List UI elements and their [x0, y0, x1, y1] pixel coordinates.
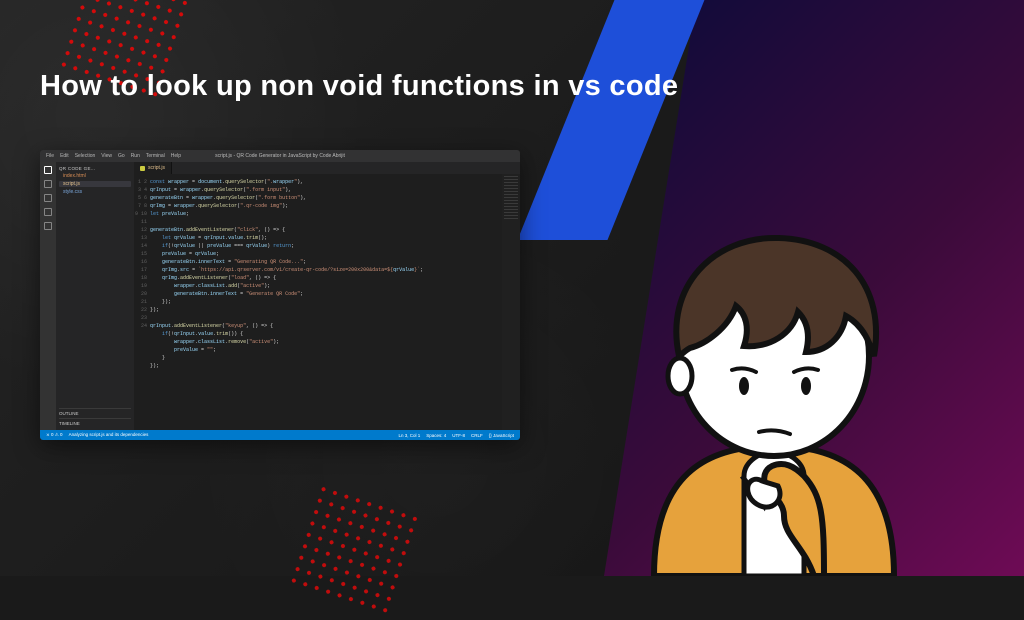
- sidebar-section-outline[interactable]: OUTLINE: [59, 408, 131, 416]
- search-icon[interactable]: [44, 180, 52, 188]
- vscode-menubar: File Edit Selection View Go Run Terminal…: [40, 150, 520, 162]
- vscode-tabs: script.js: [134, 162, 520, 174]
- vscode-activity-bar: [40, 162, 56, 430]
- status-encoding[interactable]: UTF-8: [452, 433, 465, 438]
- source-control-icon[interactable]: [44, 194, 52, 202]
- status-cursor-pos[interactable]: Ln 3, Col 1: [398, 433, 420, 438]
- menubar-item-file[interactable]: File: [46, 153, 54, 159]
- menubar-item-view[interactable]: View: [101, 153, 112, 159]
- status-problems[interactable]: ⨯ 0 ⚠ 0: [46, 432, 63, 438]
- status-analysis: Analyzing script.js and its dependencies: [69, 432, 149, 438]
- menubar-item-help[interactable]: Help: [171, 153, 181, 159]
- vscode-window: File Edit Selection View Go Run Terminal…: [40, 150, 520, 440]
- minimap[interactable]: [502, 174, 520, 430]
- status-indent[interactable]: Spaces: 4: [426, 433, 446, 438]
- headline: How to look up non void functions in vs …: [40, 70, 678, 103]
- menubar-item-terminal[interactable]: Terminal: [146, 153, 165, 159]
- run-debug-icon[interactable]: [44, 208, 52, 216]
- sidebar-project-header: QR CODE GE...: [59, 166, 131, 171]
- file-item-index[interactable]: index.html: [59, 173, 131, 179]
- code-content[interactable]: const wrapper = document.querySelector("…: [150, 178, 498, 426]
- explorer-icon[interactable]: [44, 166, 52, 174]
- tab-script-js[interactable]: script.js: [134, 162, 172, 174]
- menubar-item-go[interactable]: Go: [118, 153, 125, 159]
- extensions-icon[interactable]: [44, 222, 52, 230]
- vscode-status-bar: ⨯ 0 ⚠ 0 Analyzing script.js and its depe…: [40, 430, 520, 440]
- menubar-item-run[interactable]: Run: [131, 153, 140, 159]
- js-file-icon: [140, 166, 145, 171]
- vscode-sidebar: QR CODE GE... index.html script.js style…: [56, 162, 134, 430]
- file-item-script[interactable]: script.js: [59, 181, 131, 187]
- status-language[interactable]: {} JavaScript: [489, 433, 514, 438]
- vscode-editor-area: script.js 1 2 3 4 5 6 7 8 9 10 11 12 13 …: [134, 162, 520, 430]
- status-eol[interactable]: CRLF: [471, 433, 483, 438]
- tab-label: script.js: [148, 165, 165, 171]
- menubar-item-edit[interactable]: Edit: [60, 153, 69, 159]
- line-number-gutter: 1 2 3 4 5 6 7 8 9 10 11 12 13 14 15 16 1…: [134, 178, 150, 426]
- thinking-person-illustration: [594, 176, 954, 576]
- menubar-item-selection[interactable]: Selection: [75, 153, 96, 159]
- file-item-style[interactable]: style.css: [59, 189, 131, 195]
- sidebar-section-timeline[interactable]: TIMELINE: [59, 418, 131, 426]
